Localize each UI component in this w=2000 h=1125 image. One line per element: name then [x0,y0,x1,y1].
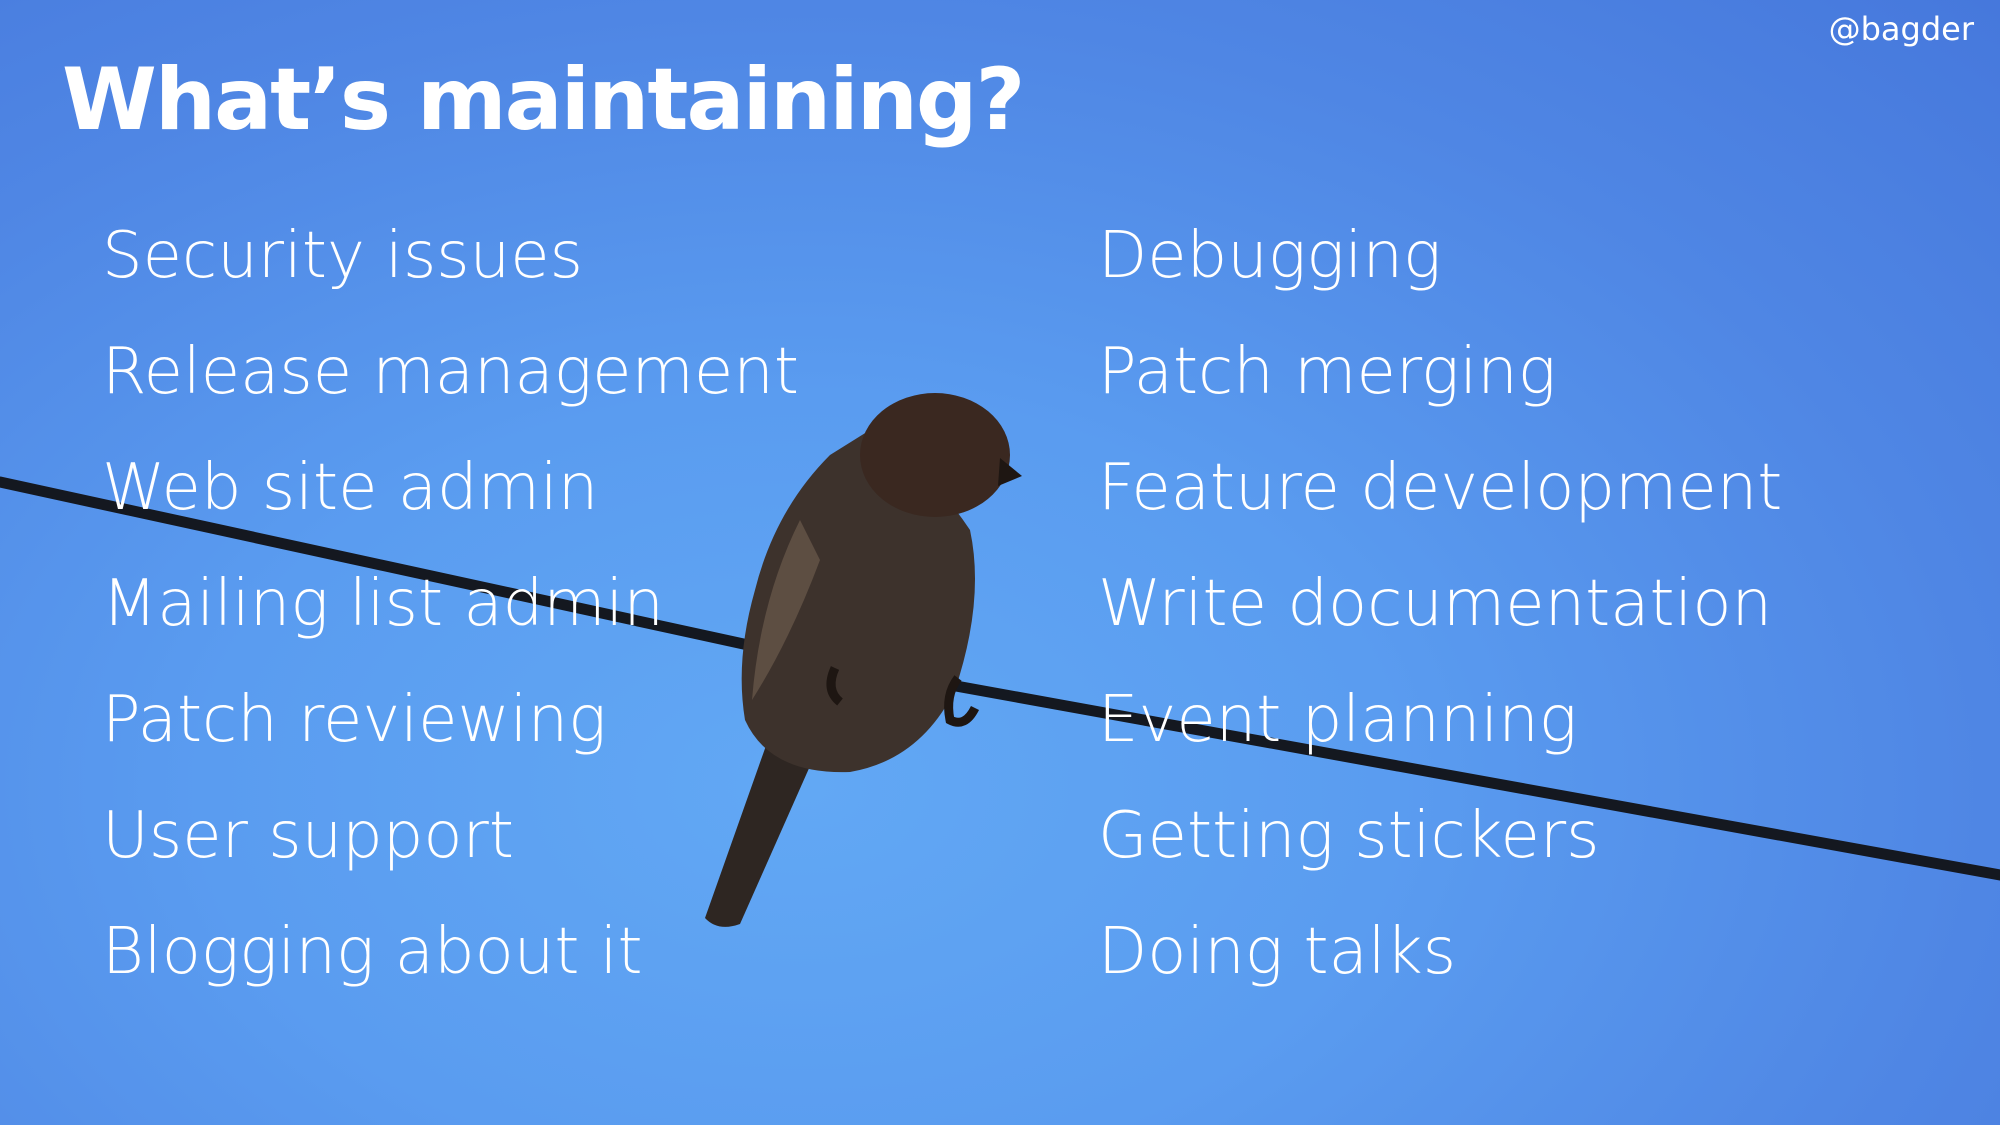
list-item: Mailing list admin [102,567,664,641]
slide-title: What’s maintaining? [62,50,1025,150]
list-item: Web site admin [102,451,599,525]
bird-beak [998,458,1022,486]
right-task-list: Debugging Patch merging Feature developm… [1098,206,1782,1018]
list-item: Feature development [1098,451,1783,525]
slide: @bagder What’s maintaining? Security iss… [0,0,2000,1125]
list-item: Patch reviewing [102,683,607,757]
list-item: Patch merging [1098,335,1557,409]
left-task-list: Security issues Release management Web s… [102,206,799,1018]
list-item: Getting stickers [1098,799,1600,873]
list-item: User support [102,799,514,873]
list-item: Release management [102,335,799,409]
author-handle: @bagder [1828,10,1974,48]
list-item: Debugging [1098,219,1442,293]
list-item: Doing talks [1098,915,1457,989]
bird-head [860,393,1010,517]
list-item: Security issues [102,219,583,293]
list-item: Event planning [1098,683,1578,757]
list-item: Write documentation [1098,567,1773,641]
list-item: Blogging about it [102,915,643,989]
